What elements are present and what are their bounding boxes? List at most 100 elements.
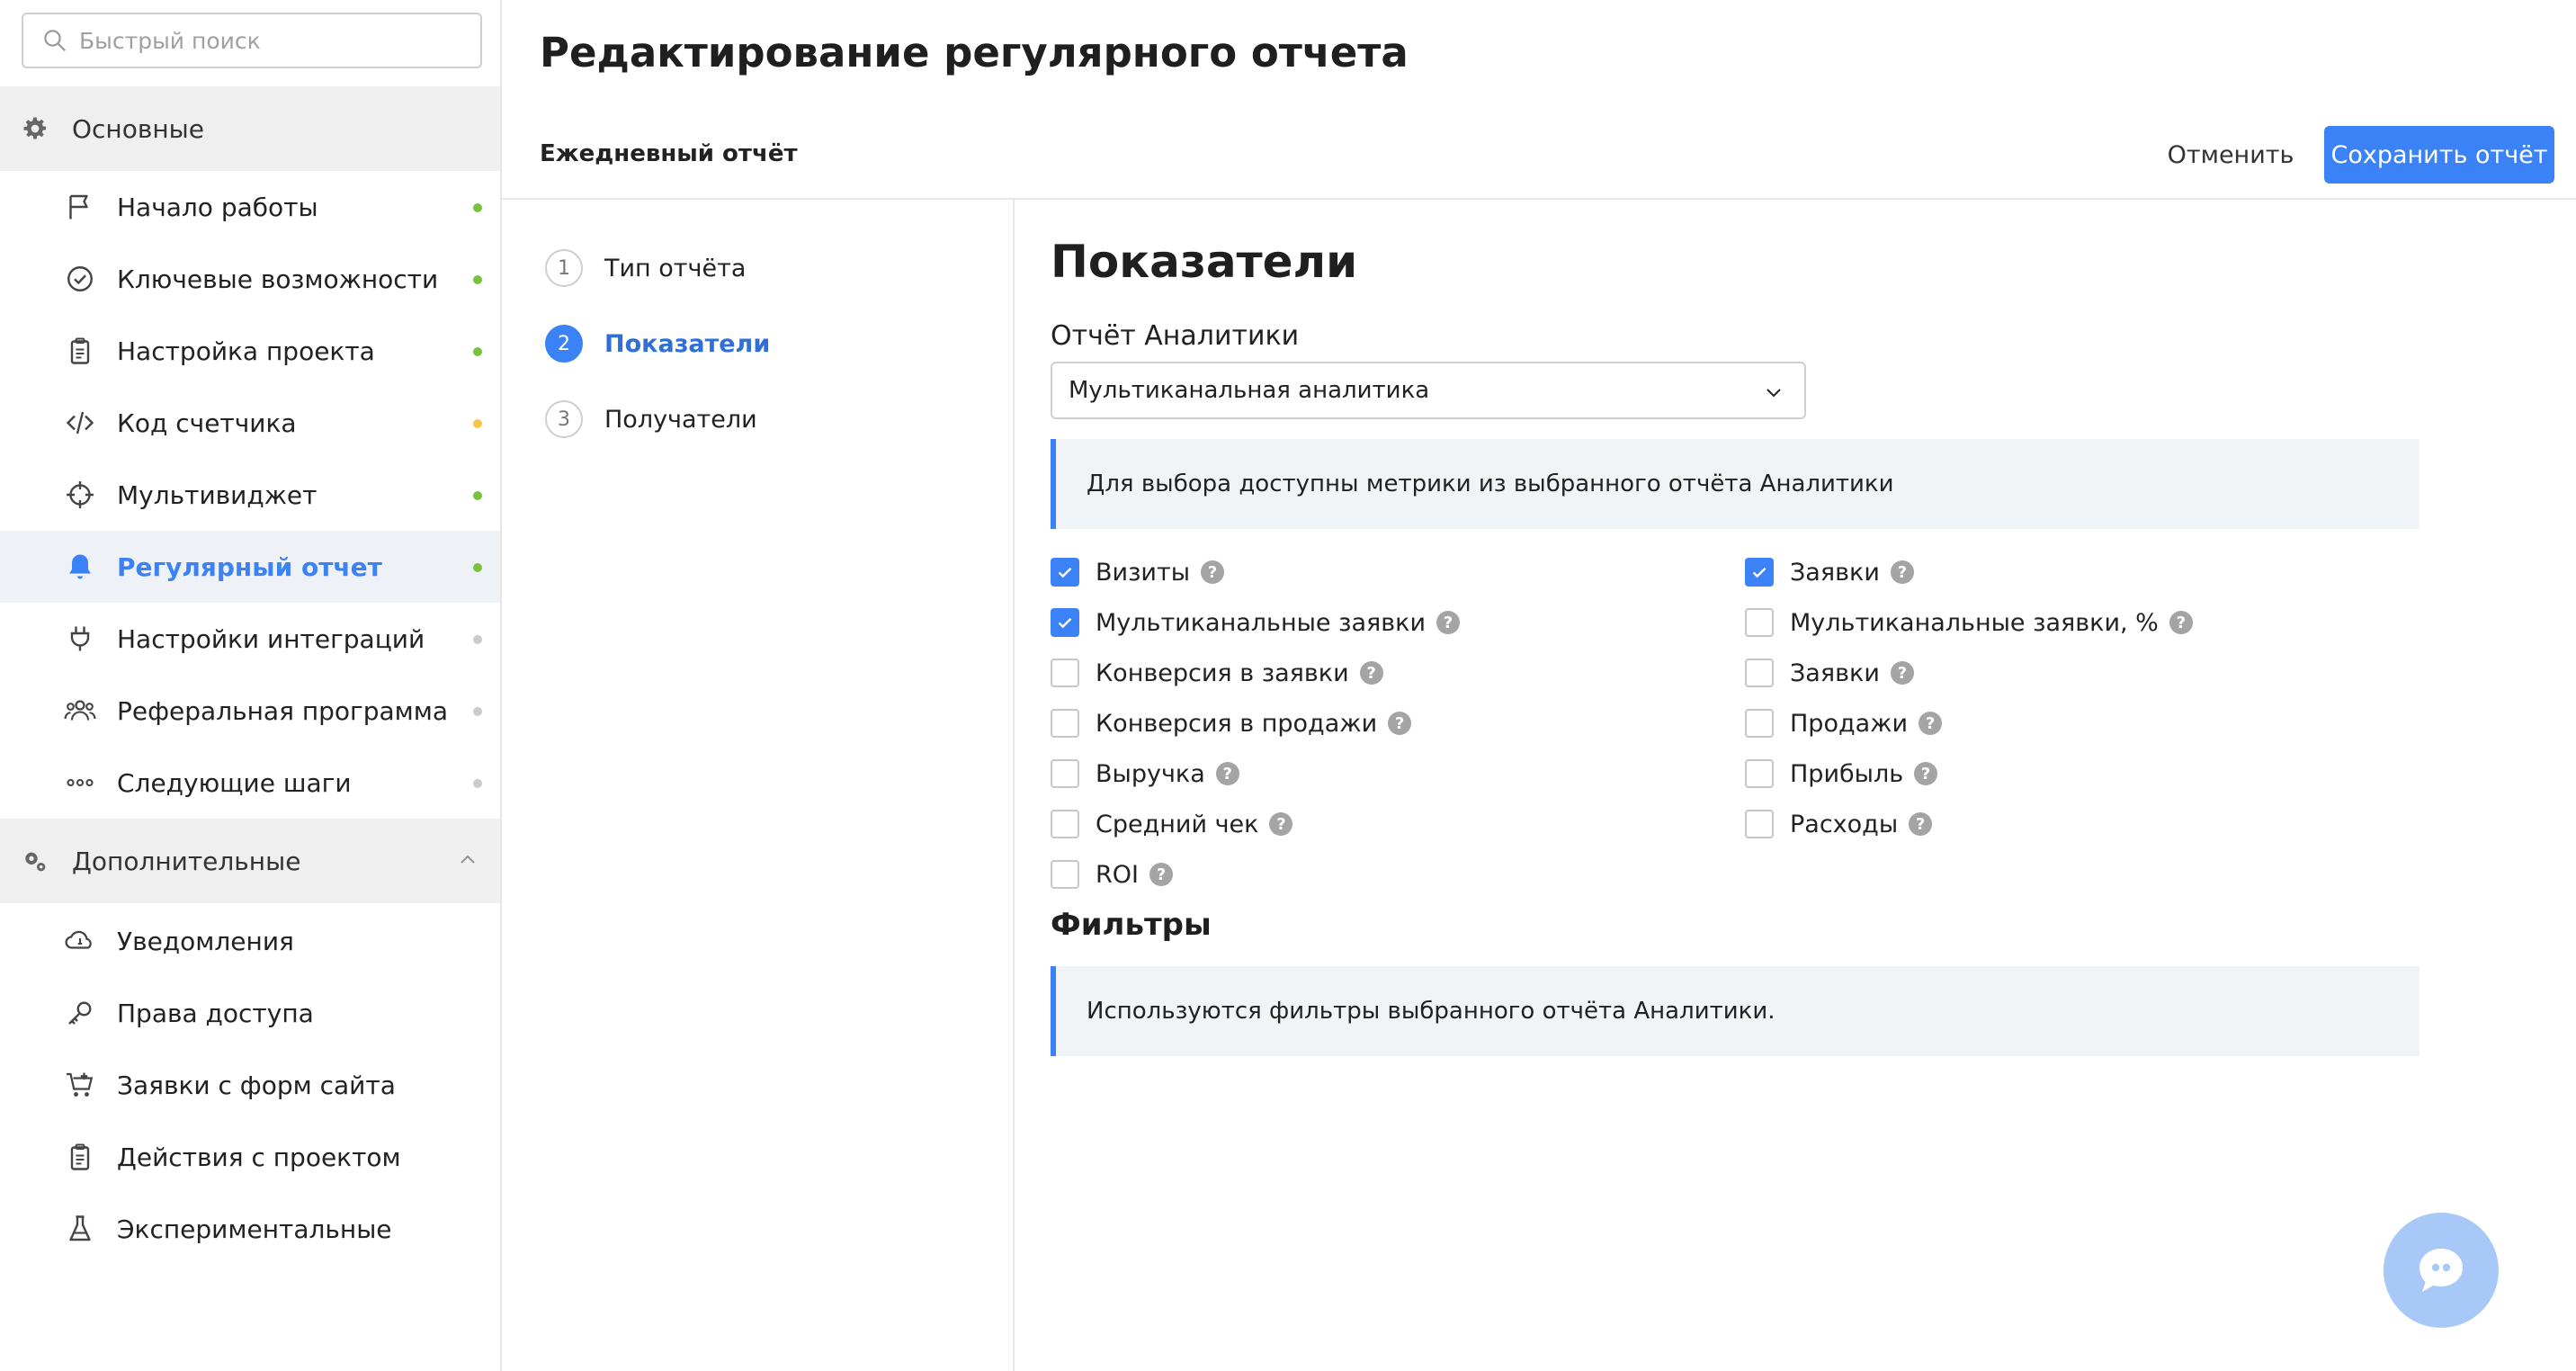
help-icon[interactable]: ? — [1388, 712, 1412, 735]
step-report-type[interactable]: 1 Тип отчёта — [545, 230, 770, 306]
metric-checkbox-row[interactable]: Заявки? — [1745, 655, 1914, 691]
metric-checkbox-row[interactable]: Выручка? — [1051, 756, 1239, 792]
help-icon[interactable]: ? — [1269, 812, 1293, 836]
help-icon[interactable]: ? — [1149, 863, 1173, 886]
filters-info-note: Используются фильтры выбранного отчёта А… — [1051, 966, 2419, 1056]
sidebar-item-project-actions[interactable]: Действия с проектом — [0, 1121, 500, 1193]
status-dot — [473, 779, 482, 788]
metric-checkbox-row[interactable]: ROI? — [1051, 856, 1173, 892]
sidebar-item-label: Настройка проекта — [117, 336, 375, 366]
status-dot — [473, 275, 482, 284]
sidebar-item-project-settings[interactable]: Настройка проекта — [0, 315, 500, 387]
section-main-label: Основные — [72, 113, 205, 144]
sidebar-item-multiwidget[interactable]: Мультивиджет — [0, 459, 500, 531]
metric-checkbox-row[interactable]: Визиты? — [1051, 554, 1225, 590]
help-icon[interactable]: ? — [1914, 762, 1938, 785]
sidebar-item-label: Действия с проектом — [117, 1142, 401, 1172]
section-extra-label: Дополнительные — [72, 846, 301, 876]
help-icon[interactable]: ? — [1359, 661, 1383, 685]
crosshair-icon — [63, 478, 97, 512]
step-number: 3 — [545, 400, 583, 438]
sidebar-item-experimental[interactable]: Экспериментальные — [0, 1193, 500, 1265]
sidebar-item-key-features[interactable]: Ключевые возможности — [0, 243, 500, 315]
metric-label: Мультиканальные заявки — [1096, 608, 1427, 637]
step-metrics[interactable]: 2 Показатели — [545, 306, 770, 381]
metric-checkbox-row[interactable]: Конверсия в продажи? — [1051, 705, 1412, 741]
sidebar-item-regular-report[interactable]: Регулярный отчет — [0, 531, 500, 603]
search-input[interactable] — [79, 27, 457, 54]
sidebar-item-start[interactable]: Начало работы — [0, 171, 500, 243]
metric-label: Продажи — [1790, 709, 1909, 738]
sidebar-item-referral[interactable]: Реферальная программа — [0, 675, 500, 747]
metric-checkbox-row[interactable]: Прибыль? — [1745, 756, 1938, 792]
metric-checkbox-row[interactable]: Заявки? — [1745, 554, 1914, 590]
sidebar-item-counter-code[interactable]: Код счетчика — [0, 387, 500, 459]
step-label: Получатели — [604, 405, 757, 434]
chat-button[interactable] — [2384, 1213, 2499, 1328]
extra-nav: Уведомления Права доступа Заявки с форм … — [0, 905, 500, 1265]
sidebar-item-access[interactable]: Права доступа — [0, 977, 500, 1049]
checkbox[interactable] — [1745, 759, 1774, 788]
column-divider — [1013, 200, 1015, 1371]
sidebar-item-site-forms[interactable]: Заявки с форм сайта — [0, 1049, 500, 1121]
checkbox[interactable] — [1745, 810, 1774, 838]
help-icon[interactable]: ? — [1909, 812, 1933, 836]
checkbox[interactable] — [1051, 709, 1079, 738]
help-icon[interactable]: ? — [2169, 611, 2193, 634]
gears-icon — [20, 846, 50, 876]
checkbox-checked[interactable] — [1745, 558, 1774, 587]
status-dot — [473, 635, 482, 644]
checkbox[interactable] — [1051, 860, 1079, 889]
status-dot — [473, 491, 482, 500]
metric-checkbox-row[interactable]: Продажи? — [1745, 705, 1943, 741]
help-icon[interactable]: ? — [1890, 661, 1914, 685]
header-divider — [502, 198, 2576, 200]
help-icon[interactable]: ? — [1215, 762, 1239, 785]
section-main[interactable]: Основные — [0, 86, 500, 171]
cancel-button[interactable]: Отменить — [2159, 126, 2303, 184]
sidebar-item-label: Следующие шаги — [117, 767, 352, 798]
checkbox[interactable] — [1745, 608, 1774, 637]
metric-label: Прибыль — [1790, 759, 1904, 788]
bell-icon — [63, 550, 97, 584]
page-title: Редактирование регулярного отчета — [540, 29, 1409, 76]
sidebar-item-integrations[interactable]: Настройки интеграций — [0, 603, 500, 675]
filters-title: Фильтры — [1051, 907, 1212, 943]
sidebar-item-next-steps[interactable]: Следующие шаги — [0, 747, 500, 819]
sidebar-item-label: Начало работы — [117, 192, 318, 222]
chevron-down-icon — [1767, 389, 1781, 398]
help-icon[interactable]: ? — [1919, 712, 1943, 735]
metric-checkbox-row[interactable]: Мультиканальные заявки? — [1051, 605, 1461, 641]
report-select[interactable]: Мультиканальная аналитика — [1051, 362, 1806, 419]
search-box[interactable] — [22, 13, 482, 68]
clipboard-icon — [63, 1140, 97, 1174]
checkbox-checked[interactable] — [1051, 608, 1079, 637]
checkbox[interactable] — [1051, 759, 1079, 788]
key-icon — [63, 996, 97, 1030]
metric-checkbox-row[interactable]: Средний чек? — [1051, 806, 1293, 842]
metric-label: Заявки — [1790, 659, 1880, 687]
checkbox[interactable] — [1051, 659, 1079, 687]
checkbox[interactable] — [1745, 709, 1774, 738]
checkbox[interactable] — [1051, 810, 1079, 838]
help-icon[interactable]: ? — [1890, 560, 1914, 584]
metric-label: ROI — [1096, 860, 1139, 889]
step-number: 1 — [545, 249, 583, 287]
flask-icon — [63, 1212, 97, 1246]
report-select-label: Отчёт Аналитики — [1051, 320, 1300, 352]
help-icon[interactable]: ? — [1201, 560, 1225, 584]
help-icon[interactable]: ? — [1436, 611, 1461, 634]
step-number: 2 — [545, 325, 583, 363]
search-icon — [44, 30, 66, 51]
sidebar-item-notifications[interactable]: Уведомления — [0, 905, 500, 977]
step-recipients[interactable]: 3 Получатели — [545, 381, 770, 457]
checkbox[interactable] — [1745, 659, 1774, 687]
metric-checkbox-row[interactable]: Мультиканальные заявки, %? — [1745, 605, 2193, 641]
metric-checkbox-row[interactable]: Расходы? — [1745, 806, 1933, 842]
metric-label: Конверсия в заявки — [1096, 659, 1349, 687]
checkbox-checked[interactable] — [1051, 558, 1079, 587]
metric-checkbox-row[interactable]: Конверсия в заявки? — [1051, 655, 1383, 691]
report-select-value: Мультиканальная аналитика — [1069, 377, 1430, 404]
save-report-button[interactable]: Сохранить отчёт — [2324, 126, 2554, 184]
section-extra[interactable]: Дополнительные — [0, 819, 500, 903]
